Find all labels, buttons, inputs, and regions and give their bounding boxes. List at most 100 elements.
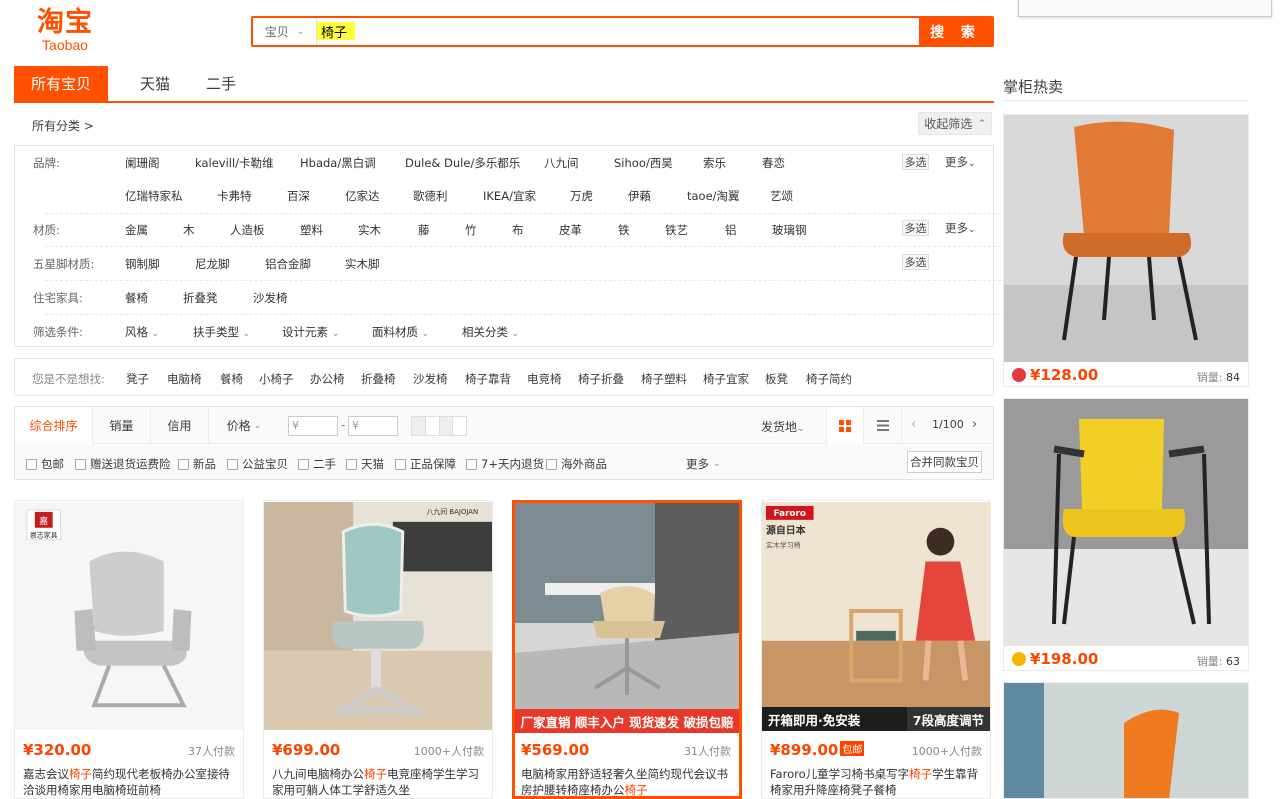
star-foot-item[interactable]: 实木脚	[345, 256, 380, 272]
sort-credit[interactable]: 信用	[151, 407, 209, 444]
filter-secondhand[interactable]: 二手	[298, 456, 336, 472]
hot-item-card[interactable]	[1003, 682, 1249, 799]
suggest-item[interactable]: 椅子简约	[806, 371, 852, 387]
product-title[interactable]: 电脑椅家用舒适轻奢久坐简约现代会议书房护腰转椅座椅办公椅子	[521, 766, 735, 796]
brand-item[interactable]: 伊藾	[628, 188, 651, 204]
cond-armrest-dropdown[interactable]: 扶手类型 ⌄	[193, 324, 250, 340]
brand-item[interactable]: 亿瑞特家私	[125, 188, 183, 204]
filter-7day-return[interactable]: 7+天内退货	[466, 456, 544, 472]
brand-item[interactable]: 阑珊阁	[125, 155, 160, 171]
suggest-item[interactable]: 沙发椅	[413, 371, 448, 387]
material-item[interactable]: 金属	[125, 222, 148, 238]
brand-item[interactable]: taoe/淘翼	[687, 188, 740, 204]
suggest-item[interactable]: 办公椅	[310, 371, 345, 387]
product-image[interactable]: Faroro 源自日本 实木学习椅	[762, 501, 990, 731]
material-item[interactable]: 人造板	[230, 222, 265, 238]
product-card[interactable]: 厂家直销 顺丰入户 现货速发 破损包赔 ¥569.00 31人付款 电脑椅家用舒…	[512, 500, 742, 799]
suggest-item[interactable]: 板凳	[765, 371, 788, 387]
suggest-item[interactable]: 椅子宜家	[703, 371, 749, 387]
product-title[interactable]: 八九间电脑椅办公椅子电竞座椅学生学习家用可躺人体工学舒适久坐	[272, 766, 486, 798]
list-view-button[interactable]	[864, 407, 902, 444]
brand-item[interactable]: Hbada/黑白调	[300, 155, 376, 171]
suggest-item[interactable]: 电脑椅	[167, 371, 202, 387]
home-item[interactable]: 沙发椅	[253, 290, 288, 306]
filter-return-insurance[interactable]: 赠送退货运费险	[75, 456, 171, 472]
star-foot-item[interactable]: 钢制脚	[125, 256, 160, 272]
hot-item-image[interactable]	[1004, 683, 1248, 799]
tab-all[interactable]: 所有宝贝	[14, 66, 108, 101]
material-item[interactable]: 竹	[465, 222, 477, 238]
price-min-input[interactable]: ¥	[288, 416, 338, 436]
taobao-logo[interactable]: 淘宝 Taobao	[30, 8, 100, 54]
material-item[interactable]: 玻璃钢	[772, 222, 807, 238]
brand-item[interactable]: kalevill/卡勒维	[195, 155, 274, 171]
suggest-item[interactable]: 椅子靠背	[465, 371, 511, 387]
material-item[interactable]: 布	[512, 222, 524, 238]
material-item[interactable]: 藤	[418, 222, 430, 238]
material-item[interactable]: 塑料	[300, 222, 323, 238]
filter-free-shipping[interactable]: 包邮	[26, 456, 64, 472]
brand-item[interactable]: 索乐	[703, 155, 726, 171]
cond-fabric-dropdown[interactable]: 面料材质 ⌄	[372, 324, 429, 340]
price-range-slider[interactable]	[411, 416, 467, 436]
grid-view-button[interactable]	[826, 407, 864, 444]
brand-item[interactable]: 卡弗特	[217, 188, 252, 204]
filter-genuine[interactable]: 正品保障	[395, 456, 456, 472]
brand-item[interactable]: IKEA/宜家	[483, 188, 536, 204]
material-item[interactable]: 铁艺	[665, 222, 688, 238]
material-more[interactable]: 更多⌄	[945, 220, 976, 236]
cond-style-dropdown[interactable]: 风格 ⌄	[125, 324, 159, 340]
all-categories-link[interactable]: 所有分类 >	[32, 117, 94, 134]
star-multi-select[interactable]: 多选	[902, 254, 929, 270]
material-item[interactable]: 实木	[358, 222, 381, 238]
cond-related-dropdown[interactable]: 相关分类 ⌄	[462, 324, 519, 340]
brand-item[interactable]: 艺颂	[770, 188, 793, 204]
cond-design-dropdown[interactable]: 设计元素 ⌄	[282, 324, 339, 340]
product-image[interactable]: 八九间 BAJOJAN	[264, 501, 492, 731]
filter-tmall[interactable]: 天猫	[346, 456, 384, 472]
brand-item[interactable]: 歌德利	[413, 188, 448, 204]
product-card[interactable]: 嘉 嘉志家具 ¥320.00 37人付款 嘉志会议椅子简约现代老板椅办公室接待洽…	[14, 500, 244, 799]
merge-same-button[interactable]: 合并同款宝贝	[907, 451, 982, 473]
search-input[interactable]	[317, 18, 919, 45]
product-card[interactable]: 八九间 BAJOJAN ¥699.00 1000+人付款 八九间电脑椅办公椅子电…	[263, 500, 493, 799]
brand-item[interactable]: Sihoo/西昊	[614, 155, 673, 171]
hot-item-image[interactable]	[1004, 399, 1248, 646]
material-item[interactable]: 皮革	[559, 222, 582, 238]
sort-price[interactable]: 价格 ⌄	[209, 407, 279, 444]
product-title[interactable]: 嘉志会议椅子简约现代老板椅办公室接待洽谈用椅家用电脑椅班前椅	[23, 766, 237, 798]
brand-item[interactable]: 八九间	[544, 155, 579, 171]
sort-default[interactable]: 综合排序	[15, 407, 93, 444]
brand-more[interactable]: 更多⌄	[945, 154, 976, 170]
suggest-item[interactable]: 电竞椅	[527, 371, 562, 387]
brand-item[interactable]: 万虎	[570, 188, 593, 204]
brand-item[interactable]: 亿家达	[345, 188, 380, 204]
more-filters-dropdown[interactable]: 更多 ⌄	[686, 456, 721, 472]
home-item[interactable]: 餐椅	[125, 290, 148, 306]
product-title[interactable]: Faroro儿童学习椅书桌写字椅子学生靠背椅家用升降座椅凳子餐椅	[770, 766, 984, 798]
brand-item[interactable]: 百深	[287, 188, 310, 204]
suggest-item[interactable]: 餐椅	[220, 371, 243, 387]
search-scope-select[interactable]: 宝贝 ⌄	[253, 18, 317, 45]
home-item[interactable]: 折叠凳	[183, 290, 218, 306]
suggest-item[interactable]: 椅子折叠	[578, 371, 624, 387]
filter-overseas[interactable]: 海外商品	[546, 456, 607, 472]
material-item[interactable]: 铝	[725, 222, 737, 238]
search-button[interactable]: 搜 索	[919, 18, 992, 45]
collapse-filter-button[interactable]: 收起筛选 ⌃	[918, 112, 992, 135]
product-image[interactable]	[515, 503, 739, 727]
hot-item-image[interactable]	[1004, 115, 1248, 362]
suggest-item[interactable]: 椅子塑料	[641, 371, 687, 387]
tab-tmall[interactable]: 天猫	[108, 66, 202, 101]
suggest-item[interactable]: 小椅子	[259, 371, 294, 387]
price-max-input[interactable]: ¥	[348, 416, 398, 436]
star-foot-item[interactable]: 尼龙脚	[195, 256, 230, 272]
product-image[interactable]: 嘉 嘉志家具	[15, 501, 243, 731]
tab-secondhand[interactable]: 二手	[202, 66, 240, 101]
brand-item[interactable]: 春恋	[762, 155, 785, 171]
next-page-icon[interactable]: ›	[972, 417, 977, 432]
ship-from-dropdown[interactable]: 发货地⌄	[761, 418, 805, 435]
material-item[interactable]: 铁	[618, 222, 630, 238]
material-multi-select[interactable]: 多选	[902, 220, 929, 236]
prev-page-icon[interactable]: ‹	[911, 417, 916, 432]
